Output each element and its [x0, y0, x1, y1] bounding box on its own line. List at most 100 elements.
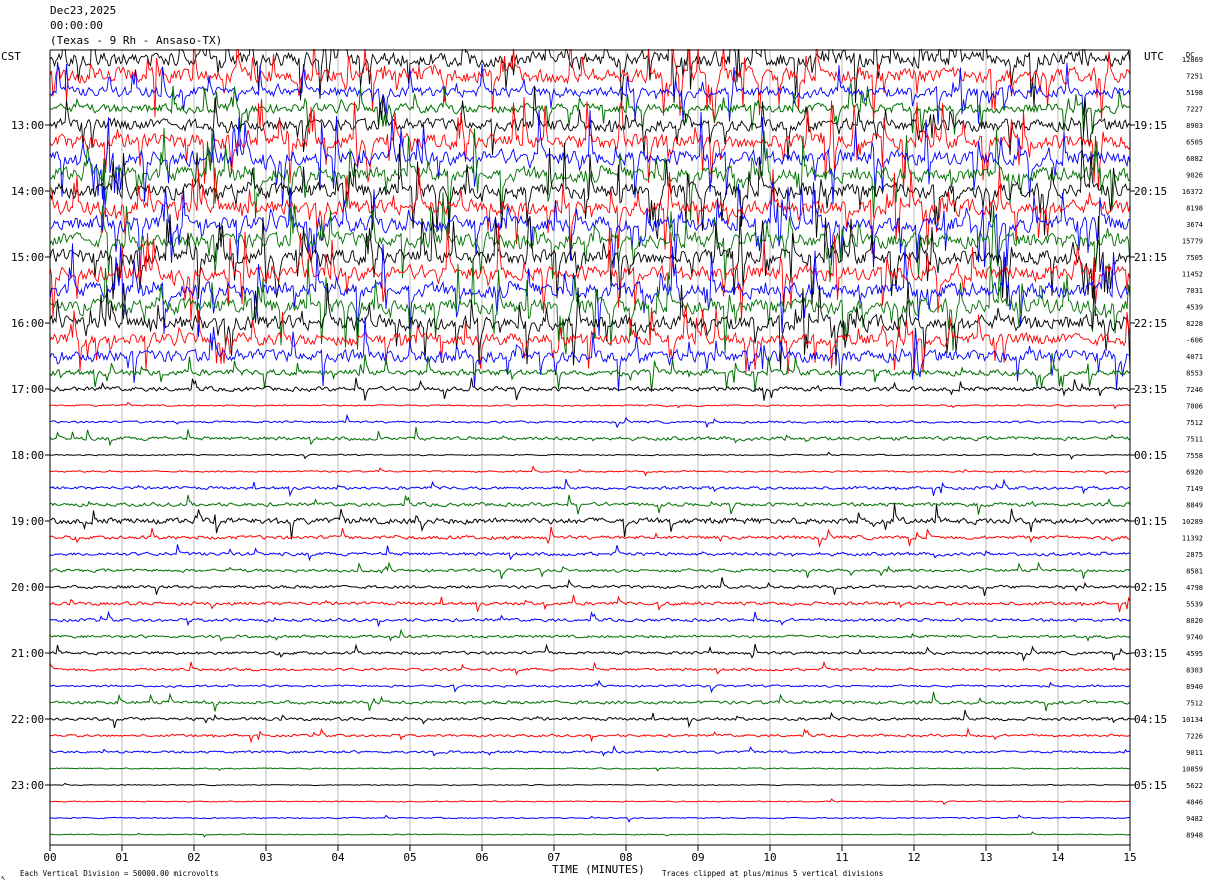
- dc-offset-label: 9026: [1186, 172, 1203, 180]
- x-tick-label: 13: [979, 851, 992, 864]
- trace-line: [49, 401, 1131, 410]
- dc-offset-label: 6505: [1186, 139, 1203, 147]
- trace-line: [49, 745, 1131, 757]
- x-tick-label: 15: [1123, 851, 1136, 864]
- trace-line: [49, 691, 1131, 712]
- trace-line: [49, 305, 1131, 375]
- dc-offset-label: 5622: [1186, 782, 1203, 790]
- scale-note: Each Vertical Division = 50000.00 microv…: [20, 869, 219, 878]
- trace-line: [49, 798, 1130, 806]
- dc-offset-label: 9482: [1186, 815, 1203, 823]
- x-tick-label: 10: [763, 851, 776, 864]
- dc-offset-label: 8553: [1186, 370, 1203, 378]
- dc-offset-label: 7251: [1186, 73, 1203, 81]
- x-tick-label: 00: [43, 851, 56, 864]
- dc-offset-label: 10134: [1182, 716, 1203, 724]
- seismic-traces: [49, 12, 1131, 838]
- trace-line: [49, 679, 1131, 694]
- dc-offset-label: 8228: [1186, 320, 1203, 328]
- trace-line: [49, 544, 1131, 562]
- dc-offset-label: 11452: [1182, 271, 1203, 279]
- trace-line: [49, 767, 1131, 772]
- trace-line: [49, 353, 1131, 393]
- trace-line: [49, 451, 1130, 460]
- left-hour-label: 21:00: [11, 647, 44, 660]
- dc-offset-label: 8940: [1186, 683, 1203, 691]
- x-tick-label: 06: [475, 851, 488, 864]
- dc-offset-label: 7512: [1186, 700, 1203, 708]
- right-hour-label: 02:15: [1134, 581, 1167, 594]
- chart-labels: 00 01 02 03 04 05 06 07 08 09 10 11 12 13 14 1512869725…: [11, 56, 1203, 864]
- dc-offset-label: 8020: [1186, 617, 1203, 625]
- x-tick-label: 03: [259, 851, 272, 864]
- dc-offset-label: 16372: [1182, 188, 1203, 196]
- header-time: 00:00:00: [50, 19, 103, 32]
- trace-line: [49, 727, 1131, 744]
- left-hour-label: 19:00: [11, 515, 44, 528]
- x-tick-label: 02: [187, 851, 200, 864]
- left-hour-label: 18:00: [11, 449, 44, 462]
- right-hour-label: 23:15: [1134, 383, 1167, 396]
- dc-offset-label: 5198: [1186, 89, 1203, 97]
- dc-offset-label: 4071: [1186, 353, 1203, 361]
- dc-offset-label: 4595: [1186, 650, 1203, 658]
- header-station: (Texas - 9 Rh - Ansaso-TX): [50, 34, 222, 47]
- dc-offset-label: 9011: [1186, 749, 1203, 757]
- trace-line: [49, 413, 1131, 429]
- dc-offset-label: 8303: [1186, 667, 1203, 675]
- dc-offset-label: 11392: [1182, 535, 1203, 543]
- x-tick-label: 09: [691, 851, 704, 864]
- left-hour-label: 15:00: [11, 251, 44, 264]
- trace-line: [49, 465, 1131, 477]
- dc-offset-label: 8903: [1186, 122, 1203, 130]
- corner-arrow-icon: ↖: [1, 873, 6, 882]
- trace-line: [49, 577, 1131, 597]
- trace-line: [49, 643, 1131, 662]
- right-hour-label: 05:15: [1134, 779, 1167, 792]
- trace-line: [49, 628, 1131, 642]
- dc-offset-label: 3674: [1186, 221, 1203, 229]
- trace-line: [49, 561, 1131, 580]
- dc-offset-label: 7511: [1186, 436, 1203, 444]
- dc-offset-label: 8581: [1186, 568, 1203, 576]
- dc-offset-label: 10859: [1182, 766, 1203, 774]
- left-hour-label: 16:00: [11, 317, 44, 330]
- dc-offset-label: 2875: [1186, 551, 1203, 559]
- trace-line: [49, 782, 1131, 787]
- dc-offset-label: 8849: [1186, 502, 1203, 510]
- dc-offset-label: 9740: [1186, 634, 1203, 642]
- trace-line: [49, 181, 1131, 273]
- trace-line: [49, 610, 1131, 627]
- left-hour-label: 13:00: [11, 119, 44, 132]
- trace-line: [49, 709, 1131, 729]
- left-hour-label: 14:00: [11, 185, 44, 198]
- trace-line: [49, 478, 1131, 498]
- right-hour-label: 22:15: [1134, 317, 1167, 330]
- trace-line: [49, 377, 1131, 401]
- x-tick-label: 14: [1051, 851, 1065, 864]
- dc-offset-label: 15779: [1182, 238, 1203, 246]
- trace-line: [49, 212, 1131, 306]
- trace-line: [49, 814, 1131, 823]
- trace-line: [49, 503, 1131, 540]
- x-tick-label: 05: [403, 851, 416, 864]
- right-hour-label: 20:15: [1134, 185, 1167, 198]
- dc-offset-label: 7227: [1186, 106, 1203, 114]
- right-hour-label: 04:15: [1134, 713, 1167, 726]
- dc-offset-label: 7512: [1186, 419, 1203, 427]
- right-hour-label: 00:15: [1134, 449, 1167, 462]
- dc-offset-label: 7558: [1186, 452, 1203, 460]
- x-tick-label: 11: [835, 851, 848, 864]
- right-hour-label: 19:15: [1134, 119, 1167, 132]
- right-hour-label: 01:15: [1134, 515, 1167, 528]
- x-tick-label: 12: [907, 851, 920, 864]
- dc-offset-label: 10289: [1182, 518, 1203, 526]
- dc-offset-label: 6920: [1186, 469, 1203, 477]
- trace-line: [49, 594, 1131, 613]
- dc-offset-label: 7149: [1186, 485, 1203, 493]
- dc-offset-label: 4798: [1186, 584, 1203, 592]
- dc-offset-label: 4846: [1186, 799, 1203, 807]
- x-tick-label: 01: [115, 851, 128, 864]
- right-hour-label: 21:15: [1134, 251, 1167, 264]
- left-hour-label: 17:00: [11, 383, 44, 396]
